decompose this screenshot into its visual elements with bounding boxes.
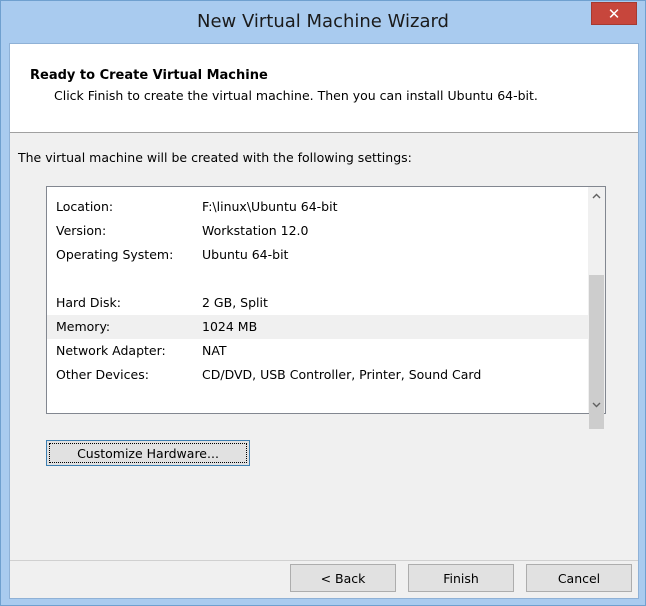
setting-value: CD/DVD, USB Controller, Printer, Sound C… — [202, 367, 482, 382]
vertical-scrollbar[interactable] — [588, 187, 605, 429]
close-icon: ✕ — [607, 4, 621, 23]
page-subtitle: Click Finish to create the virtual machi… — [54, 88, 538, 103]
setting-value: F:\linux\Ubuntu 64-bit — [202, 199, 338, 214]
setting-row-network[interactable]: Network Adapter: NAT — [47, 339, 603, 363]
setting-label: Operating System: — [56, 247, 174, 262]
settings-intro: The virtual machine will be created with… — [18, 150, 412, 165]
setting-value: NAT — [202, 343, 227, 358]
setting-label: Network Adapter: — [56, 343, 166, 358]
footer-divider — [10, 560, 638, 561]
cancel-button[interactable]: Cancel — [526, 564, 632, 592]
setting-label: Hard Disk: — [56, 295, 121, 310]
setting-row-os[interactable]: Operating System: Ubuntu 64-bit — [47, 243, 603, 267]
customize-hardware-label: Customize Hardware... — [77, 445, 219, 461]
setting-value: 2 GB, Split — [202, 295, 268, 310]
setting-row-location[interactable]: Location: F:\linux\Ubuntu 64-bit — [47, 195, 603, 219]
back-button-label: < Back — [320, 570, 366, 586]
scroll-down-button[interactable] — [588, 396, 605, 413]
chevron-up-icon — [592, 193, 601, 198]
setting-value: Ubuntu 64-bit — [202, 247, 289, 262]
finish-button[interactable]: Finish — [408, 564, 514, 592]
customize-hardware-button[interactable]: Customize Hardware... — [46, 440, 250, 466]
wizard-body: Ready to Create Virtual Machine Click Fi… — [9, 43, 639, 599]
window-title: New Virtual Machine Wizard — [197, 11, 449, 32]
setting-row-memory[interactable]: Memory: 1024 MB — [47, 315, 603, 339]
finish-button-label: Finish — [443, 570, 479, 586]
setting-label: Other Devices: — [56, 367, 149, 382]
setting-label: Memory: — [56, 319, 111, 334]
chevron-down-icon — [592, 402, 601, 407]
wizard-header: Ready to Create Virtual Machine Click Fi… — [10, 44, 638, 133]
scroll-up-button[interactable] — [588, 187, 605, 204]
setting-label: Version: — [56, 223, 107, 238]
setting-row-hard-disk[interactable]: Hard Disk: 2 GB, Split — [47, 291, 603, 315]
setting-value: 1024 MB — [202, 319, 258, 334]
close-button[interactable]: ✕ — [591, 2, 637, 25]
setting-label: Location: — [56, 199, 114, 214]
cancel-button-label: Cancel — [557, 570, 601, 586]
title-bar[interactable]: New Virtual Machine Wizard ✕ — [1, 1, 645, 43]
setting-row-other-devices[interactable]: Other Devices: CD/DVD, USB Controller, P… — [47, 363, 603, 387]
setting-value: Workstation 12.0 — [202, 223, 309, 238]
back-button[interactable]: < Back — [290, 564, 396, 592]
setting-row-version[interactable]: Version: Workstation 12.0 — [47, 219, 603, 243]
wizard-window: New Virtual Machine Wizard ✕ Ready to Cr… — [0, 0, 646, 606]
settings-list[interactable]: Location: F:\linux\Ubuntu 64-bit Version… — [46, 186, 606, 429]
page-title: Ready to Create Virtual Machine — [30, 68, 268, 83]
